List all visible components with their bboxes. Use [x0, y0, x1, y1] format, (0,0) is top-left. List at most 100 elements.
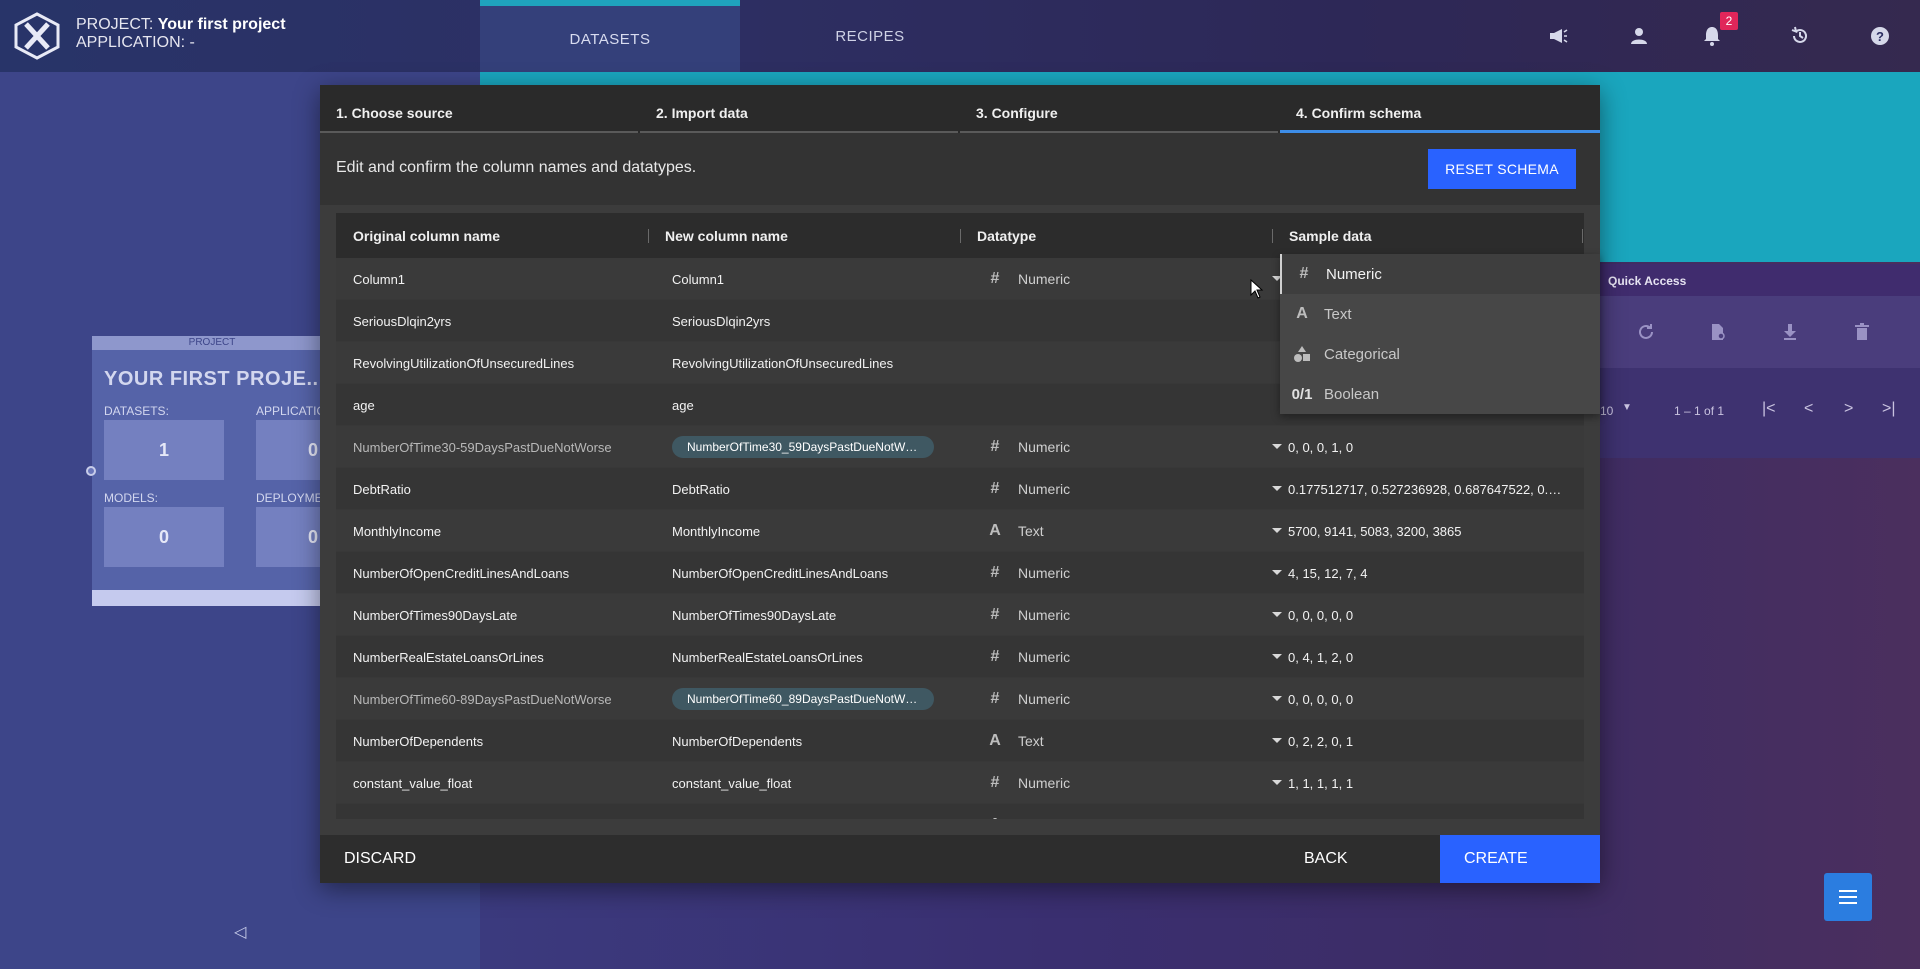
- tab-datasets[interactable]: DATASETS: [480, 0, 740, 72]
- user-icon[interactable]: [1625, 22, 1653, 50]
- table-row: NumberOfTime60-89DaysPastDueNotWorse Num…: [336, 678, 1584, 720]
- new-name-cell[interactable]: Column1: [672, 258, 962, 300]
- original-name-cell: constant_value_float: [353, 775, 473, 791]
- chevron-down-icon[interactable]: [1272, 612, 1282, 617]
- datatype-select[interactable]: # Numeric: [984, 636, 1284, 678]
- quick-access-title: Quick Access: [1592, 264, 1920, 296]
- datatype-select[interactable]: # Numeric: [984, 762, 1284, 804]
- datatype-dropdown[interactable]: # Numeric A Text Categorical 0/1 Boolean: [1280, 254, 1600, 414]
- sample-data-text: 1, 1, 1, 1, 1: [1288, 775, 1354, 791]
- file-settings-icon[interactable]: [1708, 322, 1728, 342]
- page-size-select[interactable]: 10: [1600, 404, 1613, 418]
- pagination-range: 1 – 1 of 1: [1674, 404, 1725, 418]
- original-name-cell: NumberOfDependents: [353, 733, 484, 749]
- new-name-cell[interactable]: NumberOfOpenCreditLinesAndLoans: [672, 552, 962, 594]
- col-sample-data[interactable]: Sample data: [1272, 213, 1388, 258]
- step-confirm-schema[interactable]: 4. Confirm schema: [1280, 85, 1600, 133]
- chevron-down-icon[interactable]: [1272, 654, 1282, 659]
- chevron-down-icon[interactable]: [1272, 570, 1282, 575]
- datatype-select[interactable]: A Text: [984, 510, 1284, 552]
- datatype-option-boolean[interactable]: 0/1 Boolean: [1280, 374, 1600, 414]
- new-name-cell[interactable]: age: [672, 384, 962, 426]
- datatype-select[interactable]: # Numeric: [984, 678, 1284, 720]
- last-page-icon[interactable]: >|: [1882, 400, 1896, 418]
- col-datatype[interactable]: Datatype: [960, 213, 1053, 258]
- delete-icon[interactable]: [1852, 322, 1872, 342]
- tab-recipes[interactable]: RECIPES: [740, 0, 1000, 72]
- datatype-label: Numeric: [1018, 565, 1071, 581]
- chevron-down-icon[interactable]: [1272, 696, 1282, 701]
- new-name-cell[interactable]: NumberOfTime30_59DaysPastDueNotW…: [672, 426, 962, 468]
- help-icon[interactable]: ?: [1866, 22, 1894, 50]
- schema-description: Edit and confirm the column names and da…: [336, 159, 697, 176]
- original-name-cell: MonthlyIncome: [353, 523, 442, 539]
- col-new-name[interactable]: New column name: [648, 213, 805, 258]
- col-original-name[interactable]: Original column name: [336, 213, 517, 258]
- schema-modal: 1. Choose source 2. Import data 3. Confi…: [320, 85, 1600, 883]
- new-name-cell[interactable]: DebtRatio: [672, 468, 962, 510]
- new-name-cell[interactable]: constant_value_str: [672, 804, 962, 820]
- step-import-data[interactable]: 2. Import data: [640, 85, 960, 133]
- page-size-caret-icon[interactable]: ▼: [1622, 402, 1632, 413]
- chevron-down-icon[interactable]: [1272, 738, 1282, 743]
- history-icon[interactable]: [1786, 22, 1814, 50]
- megaphone-icon[interactable]: [1544, 22, 1572, 50]
- datatype-select[interactable]: # Numeric: [984, 468, 1284, 510]
- step-configure[interactable]: 3. Configure: [960, 85, 1280, 133]
- datatype-select[interactable]: # Numeric: [984, 594, 1284, 636]
- table-row: constant_value_float constant_value_floa…: [336, 762, 1584, 804]
- reset-schema-button[interactable]: RESET SCHEMA: [1428, 149, 1576, 189]
- datatype-option-categorical[interactable]: Categorical: [1280, 334, 1600, 374]
- step-choose-source[interactable]: 1. Choose source: [320, 85, 640, 133]
- chevron-down-icon[interactable]: [1272, 528, 1282, 533]
- datatype-label: Numeric: [1018, 649, 1071, 665]
- new-name-cell[interactable]: NumberOfDependents: [672, 720, 962, 762]
- new-name-cell[interactable]: RevolvingUtilizationOfUnsecuredLines: [672, 342, 962, 384]
- project-info: PROJECT: Your first project APPLICATION:…: [76, 16, 286, 52]
- chevron-down-icon[interactable]: [1272, 486, 1282, 491]
- edited-name-chip[interactable]: NumberOfTime30_59DaysPastDueNotW…: [672, 436, 934, 458]
- new-name-cell[interactable]: NumberOfTimes90DaysLate: [672, 594, 962, 636]
- new-name-cell[interactable]: MonthlyIncome: [672, 510, 962, 552]
- datatype-option-text[interactable]: A Text: [1280, 294, 1600, 334]
- new-name-cell[interactable]: constant_value_float: [672, 762, 962, 804]
- models-count[interactable]: 0: [104, 507, 224, 567]
- first-page-icon[interactable]: |<: [1762, 400, 1776, 418]
- datatype-select[interactable]: A Text: [984, 720, 1284, 762]
- new-name-cell[interactable]: NumberOfTime60_89DaysPastDueNotW…: [672, 678, 962, 720]
- datatype-dropdown-selected[interactable]: # Numeric: [1280, 254, 1600, 294]
- menu-fab[interactable]: [1824, 873, 1872, 921]
- menu-icon: [1839, 890, 1857, 904]
- prev-page-icon[interactable]: <: [1804, 400, 1813, 418]
- original-name-cell: SeriousDlqin2yrs: [353, 313, 452, 329]
- refresh-icon[interactable]: [1636, 322, 1656, 342]
- next-page-icon[interactable]: >: [1844, 400, 1853, 418]
- datasets-count[interactable]: 1: [104, 420, 224, 480]
- edited-name-chip[interactable]: NumberOfTime60_89DaysPastDueNotW…: [672, 688, 934, 710]
- radio-dot-icon[interactable]: [86, 466, 96, 476]
- create-button[interactable]: CREATE: [1440, 835, 1600, 883]
- svg-text:?: ?: [1876, 29, 1884, 44]
- project-card-footer: [92, 590, 332, 606]
- datatype-select[interactable]: # Numeric: [984, 258, 1284, 300]
- datatype-label: Numeric: [1018, 607, 1071, 623]
- back-button[interactable]: BACK: [1304, 835, 1348, 883]
- sample-data-text: 0, 0, 0, 0, 0: [1288, 607, 1354, 623]
- applications-label: APPLICATIO: [256, 404, 326, 418]
- sample-data-text: constant, constant, constant, constant, …: [1288, 818, 1568, 820]
- chevron-down-icon[interactable]: [1272, 444, 1282, 449]
- chevron-down-icon[interactable]: [1272, 780, 1282, 785]
- datasets-label: DATASETS:: [104, 404, 169, 418]
- datatype-select[interactable]: A Text: [984, 804, 1284, 819]
- numeric-icon: #: [990, 270, 1000, 287]
- collapse-left-icon[interactable]: ◁: [234, 922, 246, 942]
- new-name-cell[interactable]: SeriousDlqin2yrs: [672, 300, 962, 342]
- datatype-select[interactable]: # Numeric: [984, 552, 1284, 594]
- download-icon[interactable]: [1780, 322, 1800, 342]
- discard-button[interactable]: DISCARD: [344, 835, 416, 883]
- new-name-cell[interactable]: NumberRealEstateLoansOrLines: [672, 636, 962, 678]
- shapes-icon: [1294, 346, 1310, 362]
- project-card[interactable]: PROJECT YOUR FIRST PROJE... DATASETS: AP…: [92, 336, 332, 606]
- datatype-select[interactable]: # Numeric: [984, 426, 1284, 468]
- logo-icon[interactable]: [12, 12, 62, 60]
